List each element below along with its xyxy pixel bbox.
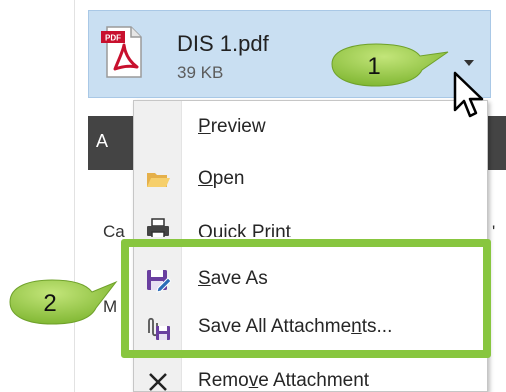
dropdown-arrow-icon[interactable] [461,55,477,71]
pdf-file-icon: PDF [101,26,142,78]
callout-step-2: 2 [9,279,118,325]
ribbon-bar-edge [488,116,506,170]
menu-item-preview[interactable]: Preview [134,103,489,153]
menu-item-label: Quick Print [198,222,291,237]
left-panel [0,0,75,392]
printer-icon [147,218,169,237]
remove-x-icon [149,373,167,391]
mouse-cursor-icon [453,71,484,118]
ribbon-tab[interactable]: A [88,116,138,170]
menu-item-label: Open [198,168,245,189]
menu-item-open[interactable]: Open [134,155,489,205]
highlight-box [121,239,491,358]
attachment-file-name: DIS 1.pdf [177,31,269,56]
menu-item-remove-attachment[interactable]: Remove Attachment [134,357,489,392]
ribbon-tab-label: A [96,131,109,151]
callout-step-2-number: 2 [43,290,56,317]
attachment-file-size: 39 KB [177,63,224,82]
menu-item-label: Remove Attachment [198,370,370,391]
folder-open-icon [147,173,170,187]
menu-item-label: Preview [198,116,266,137]
callout-step-1-number: 1 [367,53,380,80]
pdf-badge-text: PDF [105,34,121,43]
callout-step-1: 1 [331,43,449,87]
menu-item-quick-print[interactable]: Quick Print [134,207,489,237]
message-body-text-3: ' [492,222,496,241]
